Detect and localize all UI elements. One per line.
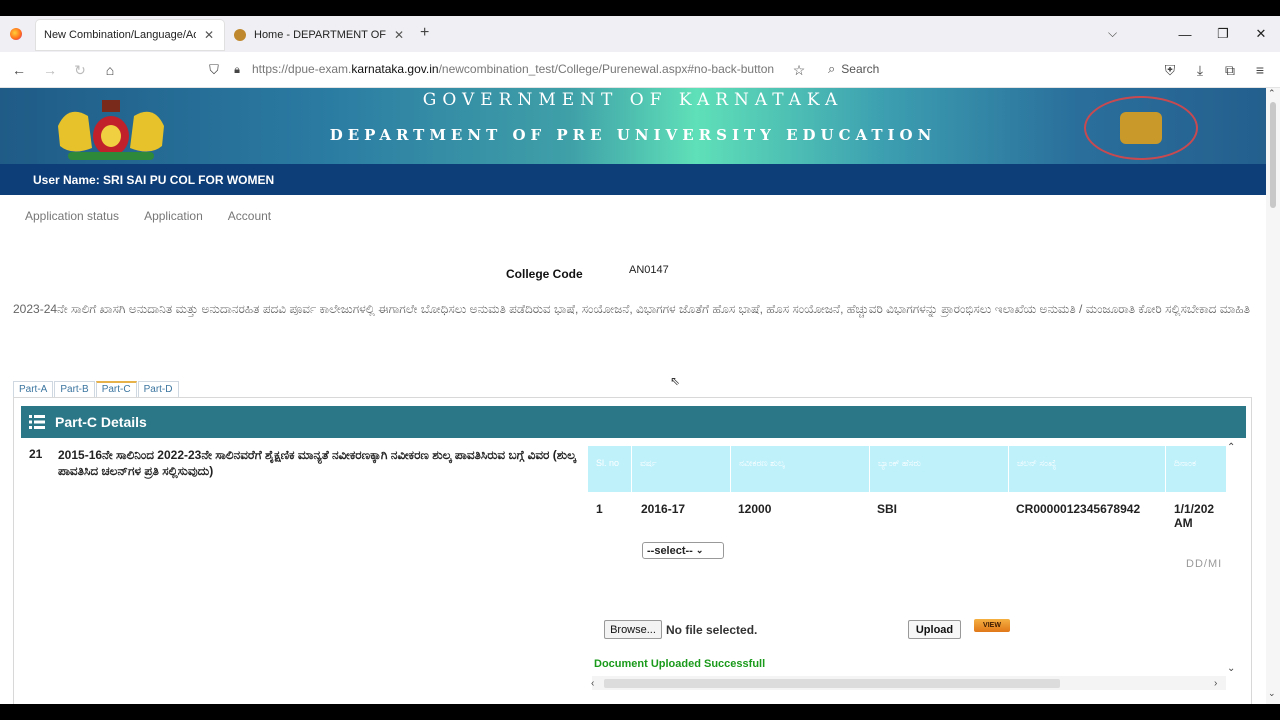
screen-bottom-border — [0, 704, 1280, 720]
home-icon[interactable]: ⌂ — [100, 60, 120, 80]
close-window-icon[interactable]: ✕ — [1238, 16, 1280, 52]
upload-success-message: Document Uploaded Successfull — [594, 658, 766, 670]
bookmark-star-icon[interactable]: ☆ — [789, 60, 809, 80]
tab-part-b[interactable]: Part-B — [54, 381, 95, 397]
browser-tab-bar: New Combination/Language/Addi ✕ Home - D… — [0, 16, 1280, 52]
url-prefix: https://dpue-exam. — [252, 62, 352, 76]
menu-account[interactable]: Account — [228, 209, 271, 223]
cell-date-time: AM — [1174, 516, 1193, 530]
tab-part-d[interactable]: Part-D — [137, 381, 179, 397]
address-bar[interactable]: https://dpue-exam.karnataka.gov.in/newco… — [252, 62, 774, 76]
reload-icon[interactable]: ↻ — [70, 60, 90, 80]
select-value: --select-- — [647, 544, 693, 557]
web-page: GOVERNMENT OF KARNATAKA DEPARTMENT OF PR… — [0, 88, 1266, 704]
horizontal-scrollbar[interactable] — [592, 676, 1226, 690]
pocket-icon[interactable]: ⛨ — [1160, 60, 1180, 80]
menu-application[interactable]: Application — [144, 209, 203, 223]
browser-nav-bar: ← → ↻ ⌂ ⛉ 🔒︎ https://dpue-exam.karnataka… — [0, 52, 1280, 88]
browse-button[interactable]: Browse... — [604, 620, 662, 639]
downloads-icon[interactable]: ⤓ — [1190, 60, 1210, 80]
top-menu: Application status Application Account — [25, 209, 296, 223]
url-domain: karnataka.gov.in — [351, 62, 439, 76]
cell-date-value: 1/1/202 — [1174, 502, 1215, 516]
tab-label: Home - DEPARTMENT OF PRE U — [254, 29, 386, 41]
menu-application-status[interactable]: Application status — [25, 209, 119, 223]
tab-label: New Combination/Language/Addi — [44, 29, 196, 41]
table-header: Sl. no ವರ್ಷ ನವೀಕರಣ ಶುಲ್ಕ ಬ್ಯಾಂಕ್ ಹೆಸರು ಚ… — [588, 446, 1226, 492]
scroll-up-icon[interactable]: ⌃ — [1227, 442, 1235, 453]
close-tab-icon[interactable]: ✕ — [202, 28, 216, 42]
close-tab-icon[interactable]: ✕ — [392, 28, 406, 42]
department-seal-icon — [1084, 96, 1198, 160]
tab-part-a[interactable]: Part-A — [13, 381, 54, 397]
college-code-value: AN0147 — [629, 264, 669, 276]
item-number: 21 — [29, 447, 43, 461]
panel-title: Part-C Details — [55, 414, 147, 430]
page-scrollbar[interactable]: ⌃ ⌄ — [1266, 88, 1280, 704]
table-row: 1 2016-17 12000 SBI CR0000012345678942 1… — [588, 502, 1226, 530]
scroll-up-icon[interactable]: ⌃ — [1268, 88, 1276, 99]
date-input[interactable]: DD/MI — [1186, 558, 1222, 570]
part-tabs: Part-A Part-B Part-C Part-D — [13, 381, 180, 397]
extensions-icon[interactable]: ⧉ — [1220, 60, 1240, 80]
upload-button[interactable]: Upload — [908, 620, 961, 639]
screen-top-border — [0, 0, 1280, 16]
browser-tab-active[interactable]: New Combination/Language/Addi ✕ — [36, 20, 224, 50]
col-fee: ನವೀಕರಣ ಶುಲ್ಕ — [731, 446, 870, 492]
lock-icon[interactable]: 🔒︎ — [227, 60, 247, 80]
list-tabs-chevron-icon[interactable]: ⌵ — [1108, 26, 1117, 41]
scroll-right-icon[interactable]: › — [1214, 678, 1217, 689]
search-box[interactable]: ⌕ Search — [828, 61, 879, 77]
chevron-down-icon: ⌄ — [695, 545, 704, 555]
part-c-panel: Part-C Details 21 2015-16ನೇ ಸಾಲಿನಿಂದ 202… — [13, 397, 1252, 704]
cell-bank: SBI — [877, 502, 898, 516]
page-scroll-thumb[interactable] — [1270, 102, 1276, 208]
user-name-bar: User Name: SRI SAI PU COL FOR WOMEN — [0, 164, 1266, 195]
scroll-thumb[interactable] — [604, 679, 1060, 688]
department-title: DEPARTMENT OF PRE UNIVERSITY EDUCATION — [329, 126, 937, 144]
form-description: 2023-24ನೇ ಸಾಲಿಗೆ ಖಾಸಗಿ ಅನುದಾನಿತ ಮತ್ತು ಅನ… — [13, 302, 1251, 316]
search-icon: ⌕ — [828, 61, 836, 76]
back-icon[interactable]: ← — [9, 60, 29, 80]
no-file-label: No file selected. — [666, 623, 758, 637]
scroll-left-icon[interactable]: ‹ — [591, 678, 594, 689]
firefox-icon[interactable] — [10, 28, 22, 40]
list-icon — [29, 415, 45, 429]
cell-challan: CR0000012345678942 — [1016, 502, 1141, 516]
tracking-shield-icon[interactable]: ⛉ — [204, 60, 224, 80]
cell-year: 2016-17 — [641, 502, 686, 516]
view-button[interactable]: VIEW — [974, 619, 1010, 632]
forward-icon[interactable]: → — [40, 60, 60, 80]
college-code-label: College Code — [506, 267, 583, 281]
menu-icon[interactable]: ≡ — [1250, 60, 1270, 80]
panel-header: Part-C Details — [21, 406, 1246, 438]
cell-fee: 12000 — [738, 502, 772, 516]
col-year: ವರ್ಷ — [632, 446, 731, 492]
col-sl-no: Sl. no — [588, 446, 632, 492]
mouse-cursor-icon: ⇖ — [670, 374, 681, 388]
fee-table: Sl. no ವರ್ಷ ನವೀಕರಣ ಶುಲ್ಕ ಬ್ಯಾಂಕ್ ಹೆಸರು ಚ… — [588, 446, 1226, 696]
government-title: GOVERNMENT OF KARNATAKA — [422, 90, 844, 110]
scroll-down-icon[interactable]: ⌄ — [1227, 663, 1235, 674]
item-description: 2015-16ನೇ ಸಾಲಿನಿಂದ 2022-23ನೇ ಸಾಲಿನವರೆಗೆ … — [58, 448, 577, 478]
cell-sl-no: 1 — [596, 502, 603, 516]
scroll-down-icon[interactable]: ⌄ — [1268, 688, 1276, 699]
karnataka-emblem-favicon-icon — [234, 29, 246, 41]
col-challan: ಚಲನ್ ಸಂಖ್ಯೆ — [1009, 446, 1166, 492]
header-banner: GOVERNMENT OF KARNATAKA DEPARTMENT OF PR… — [0, 88, 1266, 164]
url-path: /newcombination_test/College/Purenewal.a… — [438, 62, 775, 76]
cell-date: 1/1/202 AM — [1166, 502, 1226, 530]
new-tab-button[interactable]: + — [420, 24, 429, 42]
browser-tab[interactable]: Home - DEPARTMENT OF PRE U ✕ — [226, 20, 414, 50]
status-select[interactable]: --select-- ⌄ — [642, 542, 724, 559]
search-label: Search — [841, 62, 880, 76]
col-bank: ಬ್ಯಾಂಕ್ ಹೆಸರು — [870, 446, 1009, 492]
col-date: ದಿನಾಂಕ — [1166, 446, 1226, 492]
tab-part-c[interactable]: Part-C — [95, 381, 137, 397]
